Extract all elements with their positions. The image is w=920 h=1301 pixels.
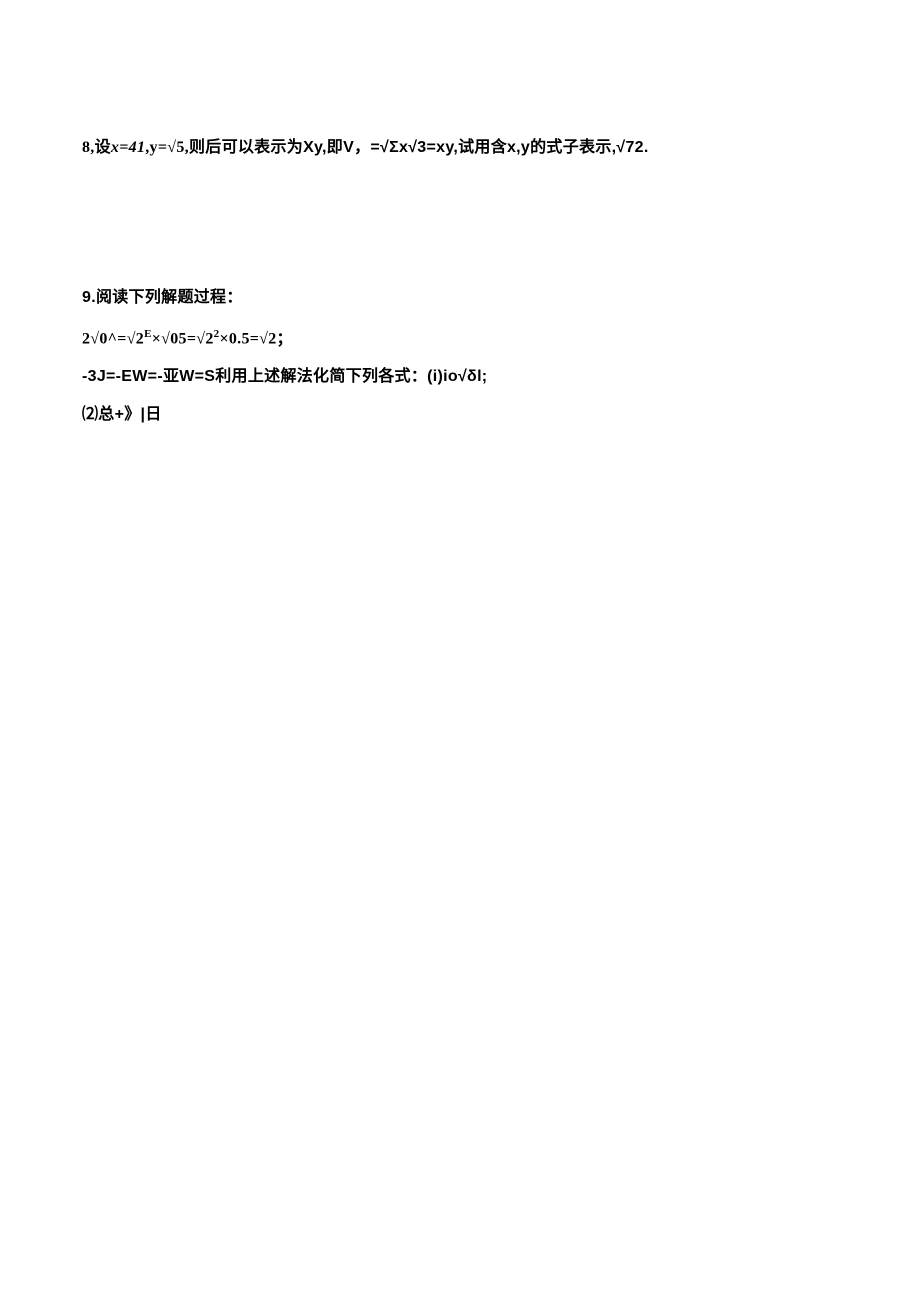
problem-8-expr1b: ,y=	[145, 139, 167, 156]
problem-9-line-c-text: ⑵总+》|日	[82, 406, 162, 423]
problem-9-line-b: -3J=-EW=-亚W=S利用上述解法化简下列各式：(i)io√δl;	[82, 365, 842, 389]
problem-8-set: 设	[95, 139, 111, 156]
problem-9-line-a: 2√0^=√2E×√05=√22×0.5=√2；	[82, 326, 842, 351]
document-content: 8,设x=41,y=√5,则后可以表示为Xy,即V，=√Σx√3=xy,试用含x…	[82, 136, 842, 427]
problem-9-line-a-part1: 2√0^=√2	[82, 330, 144, 347]
problem-8-expr1c: √5,	[167, 139, 189, 156]
problem-8-try: 试用含x,y的式子表示,√72.	[458, 139, 649, 156]
problem-9-line-c: ⑵总+》|日	[82, 403, 842, 427]
problem-9-line-a-part2: ×√05=√2	[152, 330, 214, 347]
problem-9-line-a-part3: ×0.5=√2；	[219, 330, 292, 347]
problem-9-line-b-text: -3J=-EW=-亚W=S利用上述解法化简下列各式：(i)io√δl;	[82, 368, 487, 385]
problem-9-header-text: 9.阅读下列解题过程：	[82, 289, 243, 306]
problem-8-then: 则后可以表示为Xy,即V，=√Σx√3=xy,	[189, 139, 458, 156]
problem-8-expr1a: x=41	[111, 139, 145, 156]
problem-9-header: 9.阅读下列解题过程：	[82, 286, 842, 310]
problem-8-prefix: 8,	[82, 139, 95, 156]
problem-8: 8,设x=41,y=√5,则后可以表示为Xy,即V，=√Σx√3=xy,试用含x…	[82, 136, 842, 160]
problem-9-line-a-sup: E	[144, 328, 152, 340]
